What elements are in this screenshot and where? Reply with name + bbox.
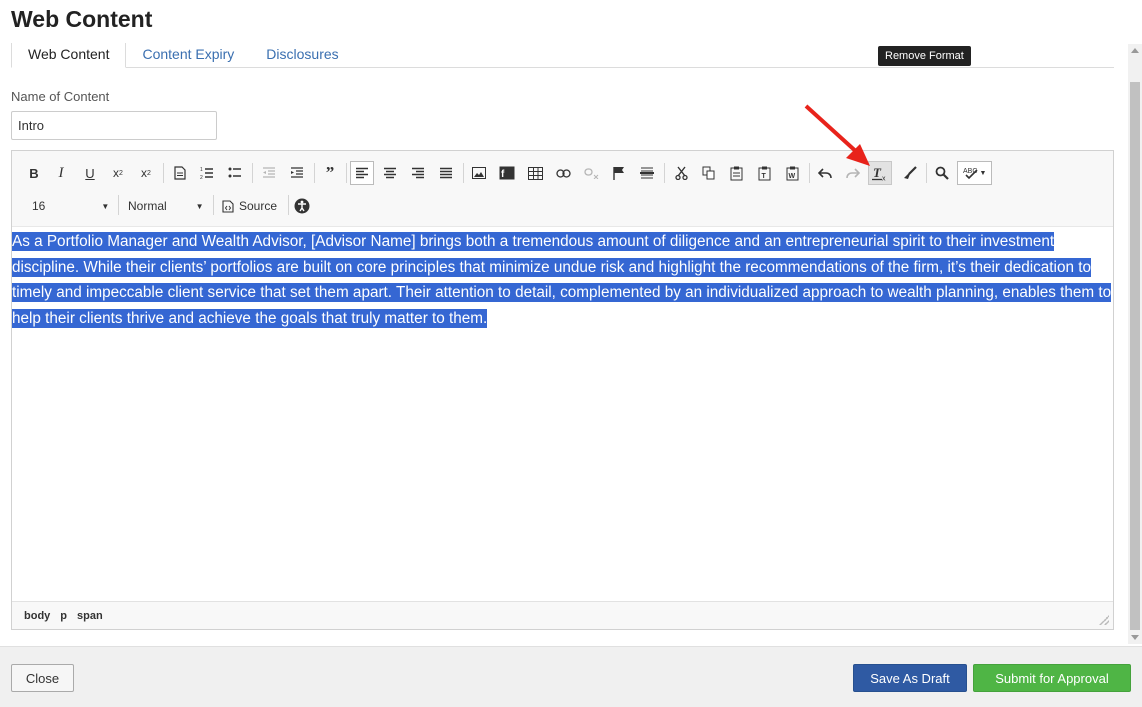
name-of-content-input[interactable] — [11, 111, 217, 140]
accessibility-icon — [294, 198, 310, 214]
subscript-icon[interactable]: x2 — [106, 161, 130, 185]
copy-format-brush-icon[interactable] — [897, 161, 921, 185]
blockquote-icon[interactable]: ” — [318, 161, 342, 185]
indent-icon[interactable] — [285, 161, 309, 185]
align-left-icon[interactable] — [350, 161, 374, 185]
horizontal-line-icon[interactable] — [635, 161, 659, 185]
bold-icon[interactable]: B — [22, 161, 46, 185]
underline-icon[interactable]: U — [78, 161, 102, 185]
rich-text-editor: B I U x2 x2 12 ” f T W T x ABC ▼ 16 ▼ No… — [11, 150, 1114, 630]
numbered-list-icon[interactable]: 12 — [195, 161, 219, 185]
link-icon[interactable] — [551, 161, 575, 185]
remove-format-tooltip: Remove Format — [878, 46, 971, 66]
svg-text:1: 1 — [200, 167, 203, 173]
tab-disclosures[interactable]: Disclosures — [250, 43, 354, 68]
annotation-arrow-icon — [804, 104, 870, 166]
svg-text:2: 2 — [200, 175, 203, 180]
accessibility-button[interactable] — [294, 195, 310, 217]
resize-handle-icon[interactable] — [1099, 615, 1109, 625]
modal-footer: Close Save As Draft Submit for Approval — [0, 646, 1142, 707]
search-icon[interactable] — [930, 161, 954, 185]
table-icon[interactable] — [523, 161, 547, 185]
element-path-bar: body p span — [12, 601, 1113, 629]
submit-for-approval-button[interactable]: Submit for Approval — [973, 664, 1131, 692]
outdent-icon[interactable] — [257, 161, 281, 185]
path-body[interactable]: body — [24, 610, 50, 622]
path-p[interactable]: p — [60, 610, 67, 622]
paste-text-icon[interactable]: T — [752, 161, 776, 185]
paste-icon[interactable] — [724, 161, 748, 185]
paragraph-format-select[interactable]: Normal ▼ — [128, 195, 204, 217]
name-of-content-label: Name of Content — [11, 89, 110, 104]
align-center-icon[interactable] — [378, 161, 402, 185]
tab-content-expiry[interactable]: Content Expiry — [126, 43, 250, 68]
scroll-down-icon[interactable] — [1131, 635, 1139, 640]
tab-web-content[interactable]: Web Content — [11, 43, 127, 68]
selected-paragraph[interactable]: As a Portfolio Manager and Wealth Adviso… — [12, 232, 1112, 329]
image-icon[interactable] — [467, 161, 491, 185]
flash-icon[interactable]: f — [495, 161, 519, 185]
svg-text:W: W — [788, 173, 795, 180]
align-right-icon[interactable] — [406, 161, 430, 185]
spellcheck-icon[interactable]: ABC ▼ — [957, 161, 992, 185]
paragraph-format-value: Normal — [128, 199, 167, 213]
new-page-icon[interactable] — [168, 161, 192, 185]
source-doc-icon — [222, 199, 234, 213]
font-size-select[interactable]: 16 ▼ — [32, 195, 109, 217]
scroll-up-icon[interactable] — [1131, 48, 1139, 53]
unlink-icon[interactable] — [579, 161, 603, 185]
copy-icon[interactable] — [696, 161, 720, 185]
editor-toolbar: B I U x2 x2 12 ” f T W T x ABC ▼ 16 ▼ No… — [12, 151, 1113, 227]
chevron-down-icon: ▼ — [195, 201, 204, 211]
save-as-draft-button[interactable]: Save As Draft — [853, 664, 967, 692]
superscript-icon[interactable]: x2 — [134, 161, 158, 185]
svg-text:x: x — [882, 175, 886, 181]
path-span[interactable]: span — [77, 610, 103, 622]
close-button[interactable]: Close — [11, 664, 74, 692]
page-title: Web Content — [11, 6, 153, 32]
chevron-down-icon: ▼ — [101, 201, 110, 211]
justify-icon[interactable] — [434, 161, 458, 185]
page-scrollbar[interactable] — [1128, 44, 1142, 644]
anchor-flag-icon[interactable] — [607, 161, 631, 185]
scroll-thumb[interactable] — [1130, 82, 1140, 630]
bullet-list-icon[interactable] — [223, 161, 247, 185]
source-label: Source — [239, 199, 278, 213]
italic-icon[interactable]: I — [49, 161, 73, 185]
font-size-value: 16 — [32, 199, 46, 213]
svg-text:T: T — [761, 173, 766, 180]
source-button[interactable]: Source — [222, 195, 277, 217]
cut-icon[interactable] — [669, 161, 693, 185]
editor-content[interactable]: As a Portfolio Manager and Wealth Adviso… — [12, 229, 1115, 332]
